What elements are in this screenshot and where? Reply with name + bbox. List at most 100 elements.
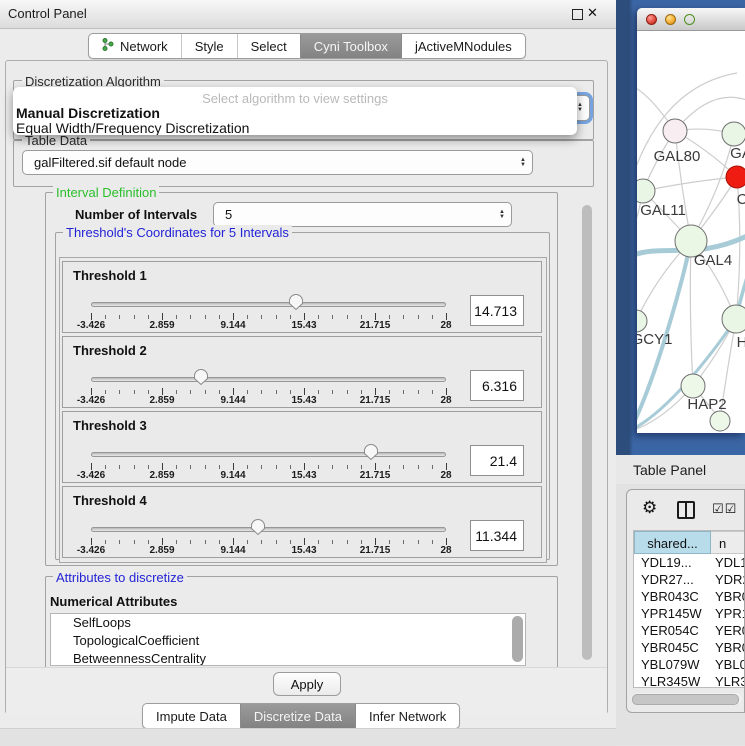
zoom-traffic-light-icon[interactable] (684, 14, 695, 25)
table-horizontal-scrollbar[interactable] (631, 693, 742, 704)
tab-style-label: Style (195, 39, 224, 54)
cell[interactable]: YDR27... (634, 571, 711, 588)
table-row[interactable]: YLR345WYLR3 (634, 673, 745, 688)
tab-cyni-toolbox[interactable]: Cyni Toolbox (300, 34, 401, 58)
tab-impute-data[interactable]: Impute Data (143, 704, 240, 728)
cell[interactable]: YLR345W (634, 673, 711, 688)
node-bottom-partial[interactable] (710, 411, 730, 431)
slider-track[interactable] (91, 452, 446, 457)
slider-track[interactable] (91, 302, 446, 307)
network-window-titlebar[interactable] (637, 8, 745, 31)
tab-discretize-data[interactable]: Discretize Data (240, 704, 355, 728)
threshold-1-slider[interactable]: -3.426 2.859 9.144 15.43 21.715 28 (91, 262, 446, 334)
threshold-panel-4: Threshold 4 -3.426 2.859 9.144 15.43 21.… (62, 486, 542, 558)
gear-icon[interactable]: ⚙ (642, 498, 657, 518)
scale-label: 21.715 (360, 470, 391, 481)
threshold-3-value-field[interactable]: 21.4 (470, 445, 524, 476)
minimize-traffic-light-icon[interactable] (665, 14, 676, 25)
table-row[interactable]: YPR145WYPR1 (634, 605, 745, 622)
close-traffic-light-icon[interactable] (646, 14, 657, 25)
table-row[interactable]: YBL079WYBL0 (634, 656, 745, 673)
spinner-stepper-icon[interactable]: ▲ ▼ (493, 210, 511, 220)
cell[interactable]: YER054C (634, 622, 711, 639)
threshold-panel-3: Threshold 3 -3.426 2.859 9.144 15.43 21.… (62, 411, 542, 483)
node-top-right[interactable] (722, 122, 745, 146)
cell[interactable]: YBR045C (634, 639, 711, 656)
slider-thumb[interactable] (250, 518, 266, 536)
cell[interactable]: YDR2 (711, 571, 745, 588)
combo-stepper-icon[interactable]: ▲ ▼ (514, 158, 532, 168)
node-red-selected[interactable] (726, 166, 745, 188)
node-gal80[interactable] (663, 119, 687, 143)
cell[interactable]: YBR043C (634, 588, 711, 605)
node-h[interactable] (722, 305, 745, 333)
dropdown-option-manual[interactable]: Manual Discretization (13, 106, 577, 121)
apply-button[interactable]: Apply (273, 672, 341, 696)
checkbox-columns-icon[interactable]: ☑☑ (712, 501, 737, 517)
node-label-gcy1: GCY1 (637, 331, 672, 348)
scale-label: 9.144 (220, 320, 245, 331)
list-item[interactable]: BetweennessCentrality (51, 650, 525, 666)
table-row[interactable]: YDR27...YDR2 (634, 571, 745, 588)
cell[interactable]: YLR3 (711, 673, 745, 688)
dropdown-prompt: Select algorithm to view settings (13, 91, 577, 106)
cell[interactable]: YDL1 (711, 554, 745, 571)
network-nodes[interactable] (637, 119, 745, 431)
slider-thumb[interactable] (288, 293, 304, 311)
list-item[interactable]: TopologicalCoefficient (51, 632, 525, 650)
list-scrollbar[interactable] (512, 616, 523, 662)
panel-scrollbar[interactable] (582, 205, 592, 660)
node-gal11[interactable] (637, 179, 655, 203)
threshold-2-slider[interactable]: -3.426 2.859 9.144 15.43 21.715 28 (91, 337, 446, 409)
threshold-4-slider[interactable]: -3.426 2.859 9.144 15.43 21.715 28 (91, 487, 446, 559)
tab-infer-network[interactable]: Infer Network (355, 704, 459, 728)
column-header-name[interactable]: n (711, 531, 745, 554)
number-of-intervals-spinner[interactable]: 5 ▲ ▼ (213, 202, 512, 227)
slider-thumb[interactable] (363, 443, 379, 461)
slider-track[interactable] (91, 377, 446, 382)
numerical-attributes-list[interactable]: SelfLoops TopologicalCoefficient Between… (50, 613, 526, 666)
slider-scale-labels: -3.426 2.859 9.144 15.43 21.715 28 (91, 470, 446, 482)
threshold-1-value-field[interactable]: 14.713 (470, 295, 524, 326)
table-row[interactable]: YDL19...YDL1 (634, 554, 745, 571)
tab-network[interactable]: Network (89, 34, 181, 58)
scale-label: 9.144 (220, 395, 245, 406)
node-label-c: C (737, 191, 745, 208)
table-row[interactable]: YBR043CYBR0 (634, 588, 745, 605)
control-panel-titlebar[interactable]: Control Panel ✕ (0, 0, 616, 29)
scale-label: 21.715 (360, 395, 391, 406)
slider-track[interactable] (91, 527, 446, 532)
node-gcy1[interactable] (637, 310, 647, 332)
window-bottom-strip (0, 728, 616, 746)
tab-style[interactable]: Style (181, 34, 237, 58)
cell[interactable]: YPR1 (711, 605, 745, 622)
cell[interactable]: YPR145W (634, 605, 711, 622)
cell[interactable]: YBL0 (711, 656, 745, 673)
node-hap2[interactable] (681, 374, 705, 398)
close-icon[interactable]: ✕ (587, 5, 598, 21)
threshold-2-value-field[interactable]: 6.316 (470, 370, 524, 401)
interval-definition-title: Interval Definition (53, 185, 159, 200)
float-window-icon[interactable] (572, 9, 583, 20)
cell[interactable]: YER0 (711, 622, 745, 639)
dropdown-option-equal-width[interactable]: Equal Width/Frequency Discretization (13, 121, 577, 135)
network-canvas[interactable]: GAL80 GA C GAL11 GAL4 GCY1 H HAP2 (637, 31, 745, 433)
split-columns-icon[interactable] (677, 501, 695, 519)
cell[interactable]: YBR0 (711, 588, 745, 605)
table-row[interactable]: YBR045CYBR0 (634, 639, 745, 656)
tab-jactivemnodules[interactable]: jActiveMNodules (401, 34, 525, 58)
node-table[interactable]: shared... n YDL19...YDL1 YDR27...YDR2 YB… (633, 530, 745, 688)
cell[interactable]: YBR0 (711, 639, 745, 656)
threshold-3-slider[interactable]: -3.426 2.859 9.144 15.43 21.715 28 (91, 412, 446, 484)
table-row[interactable]: YER054CYER0 (634, 622, 745, 639)
cell[interactable]: YBL079W (634, 656, 711, 673)
table-data-group-title: Table Data (22, 133, 90, 148)
list-item[interactable]: SelfLoops (51, 614, 525, 632)
column-header-shared-name[interactable]: shared... (634, 531, 711, 554)
slider-thumb[interactable] (193, 368, 209, 386)
threshold-4-value-field[interactable]: 11.344 (470, 520, 524, 551)
cell[interactable]: YDL19... (634, 554, 711, 571)
table-panel-titlebar[interactable]: Table Panel (616, 455, 745, 485)
table-data-combobox[interactable]: galFiltered.sif default node ▲ ▼ (22, 150, 533, 175)
tab-select[interactable]: Select (237, 34, 300, 58)
